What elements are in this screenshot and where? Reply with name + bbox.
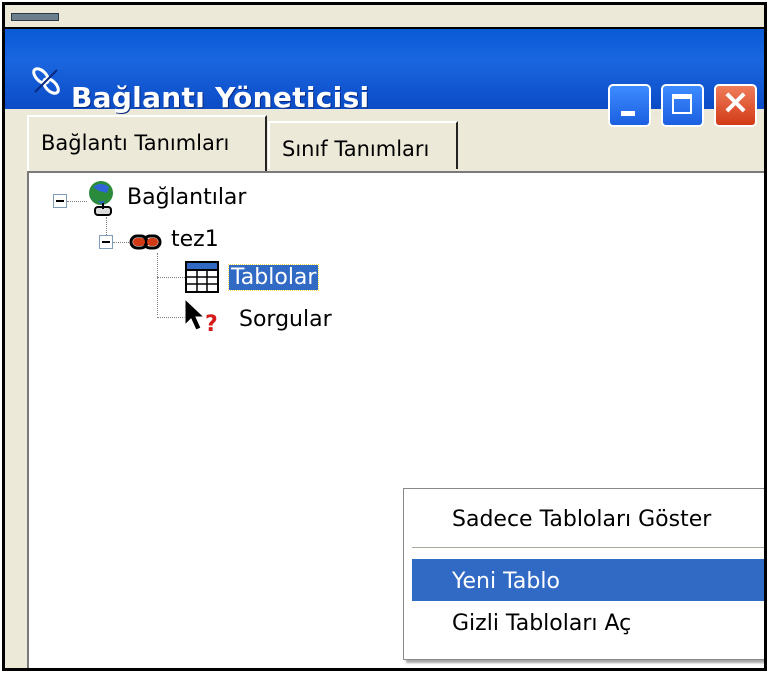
menu-item-open-hidden-tables[interactable]: Gizli Tabloları Aç <box>412 601 764 643</box>
maximize-button[interactable] <box>661 84 704 127</box>
tree-line <box>67 201 87 202</box>
minimize-button[interactable] <box>608 84 651 127</box>
collapse-toggle-tez1[interactable] <box>99 235 113 249</box>
collapse-toggle-root[interactable] <box>53 194 67 208</box>
svg-text:?: ? <box>205 312 218 337</box>
close-icon: × <box>721 82 750 122</box>
link-tool-icon <box>32 67 60 95</box>
title-bar[interactable]: Bağlantı Yöneticisi × <box>5 29 764 127</box>
close-button[interactable]: × <box>714 82 757 127</box>
tree-line <box>157 317 185 318</box>
minimize-icon <box>621 111 635 116</box>
table-icon <box>185 261 219 293</box>
context-menu: Sadece Tabloları Göster Yeni Tablo Gizli… <box>403 488 764 660</box>
tree-line <box>106 217 107 235</box>
menu-item-label: Yeni Tablo <box>452 569 560 594</box>
application-window: Bağlantı Yöneticisi × Bağlantı Tanımları… <box>2 2 767 671</box>
globe-network-icon <box>89 181 113 216</box>
menu-separator <box>412 547 764 549</box>
tab-label: Bağlantı Tanımları <box>41 131 230 155</box>
menu-item-label: Gizli Tabloları Aç <box>452 611 632 636</box>
tree-node-connections[interactable]: Bağlantılar <box>127 185 246 210</box>
menu-item-show-tables-only[interactable]: Sadece Tabloları Göster <box>412 497 764 539</box>
tree-node-tez1[interactable]: tez1 <box>171 227 219 252</box>
tree-node-tables[interactable]: Tablolar <box>227 264 320 291</box>
tree-line <box>157 277 185 278</box>
outer-window-edge <box>5 5 764 29</box>
menu-item-label: Sadece Tabloları Göster <box>452 507 712 532</box>
query-help-icon: ? <box>184 297 218 337</box>
maximize-icon <box>672 94 692 114</box>
tab-connection-definitions[interactable]: Bağlantı Tanımları <box>27 115 267 171</box>
tab-label: Sınıf Tanımları <box>282 137 430 161</box>
background-window-fragment <box>11 13 59 21</box>
window-title: Bağlantı Yöneticisi <box>71 81 370 114</box>
tree-line <box>157 253 158 315</box>
chain-link-icon <box>129 234 162 250</box>
tab-class-definitions[interactable]: Sınıf Tanımları <box>268 121 458 169</box>
tree-node-queries[interactable]: Sorgular <box>239 307 332 332</box>
menu-item-new-table[interactable]: Yeni Tablo <box>412 559 764 601</box>
